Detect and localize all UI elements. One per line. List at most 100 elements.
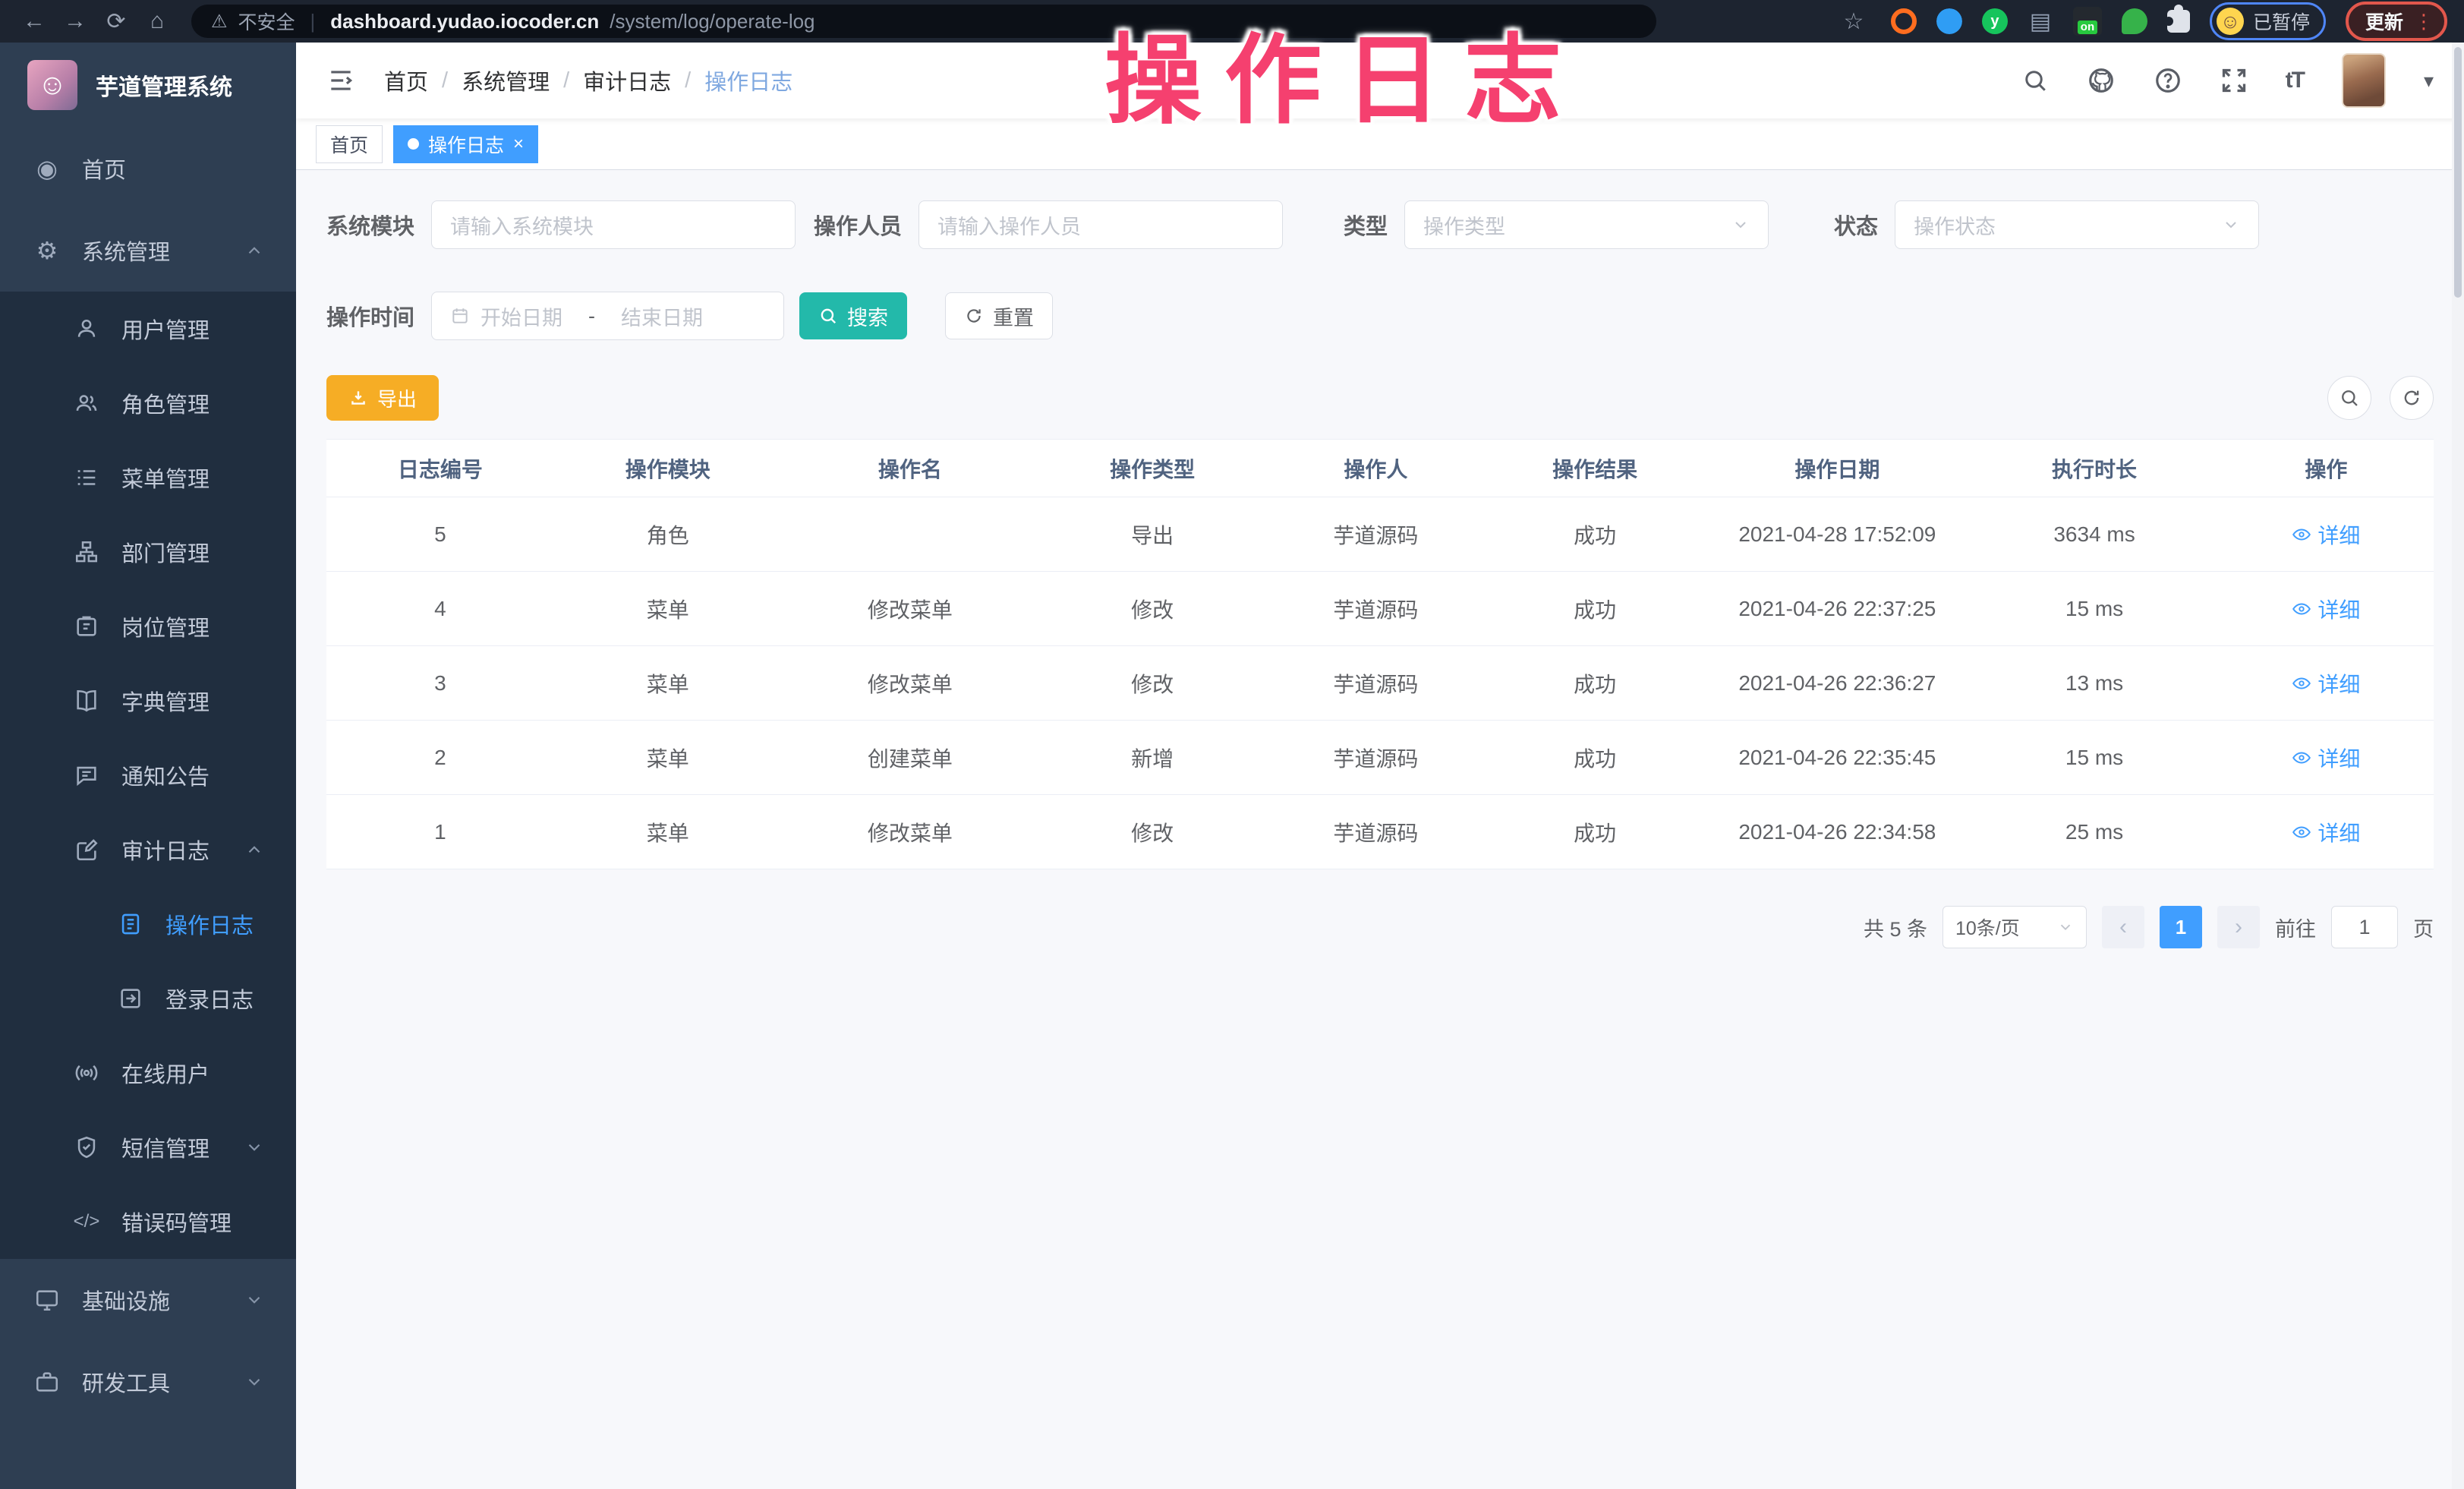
status-label: 状态 — [1834, 209, 1878, 241]
url-path: /system/log/operate-log — [610, 10, 815, 33]
module-input[interactable]: 请输入系统模块 — [431, 200, 796, 249]
url-domain: dashboard.yudao.iocoder.cn — [330, 10, 599, 33]
prev-page-button[interactable]: ‹ — [2102, 906, 2144, 948]
show-search-button[interactable] — [2327, 376, 2371, 420]
col-name: 操作名 — [782, 440, 1039, 497]
page-scrollbar[interactable] — [2452, 43, 2464, 1489]
font-size-icon[interactable]: tT — [2286, 68, 2304, 93]
browser-menu-dots-icon[interactable]: ⋮ — [2414, 10, 2434, 33]
menu-list-icon — [70, 465, 103, 491]
detail-link[interactable]: 详细 — [2292, 743, 2360, 773]
sidebar-item-login-log[interactable]: 登录日志 — [0, 961, 296, 1036]
app-logo-row[interactable]: ☺ 芋道管理系统 — [0, 43, 296, 128]
sidebar-item-system-management[interactable]: ⚙ 系统管理 — [0, 210, 296, 292]
dashboard-icon: ◉ — [30, 156, 64, 181]
detail-link[interactable]: 详细 — [2292, 519, 2360, 550]
detail-link[interactable]: 详细 — [2292, 668, 2360, 699]
export-button[interactable]: 导出 — [326, 375, 439, 421]
browser-update-button[interactable]: 更新 ⋮ — [2346, 2, 2447, 41]
reset-button[interactable]: 重置 — [945, 292, 1053, 339]
error-code-icon: </> — [70, 1211, 103, 1232]
chevron-down-icon — [2222, 216, 2240, 234]
paused-extension-badge[interactable]: ☺ 已暂停 — [2210, 2, 2326, 40]
sidebar-item-audit-log[interactable]: 审计日志 — [0, 812, 296, 887]
sidebar-item-operate-log[interactable]: 操作日志 — [0, 887, 296, 961]
type-select[interactable]: 操作类型 — [1404, 200, 1769, 249]
filter-row-1: 系统模块 请输入系统模块 操作人员 请输入操作人员 类型 操作类型 状态 操作状… — [326, 200, 2434, 249]
goto-label: 前往 — [2275, 913, 2316, 942]
sidebar-item-post-management[interactable]: 岗位管理 — [0, 589, 296, 664]
table-header-row: 日志编号 操作模块 操作名 操作类型 操作人 操作结果 操作日期 执行时长 操作 — [326, 440, 2434, 497]
sidebar-item-online-users[interactable]: 在线用户 — [0, 1036, 296, 1110]
bookmark-star-icon[interactable]: ☆ — [1836, 4, 1871, 39]
breadcrumb-system[interactable]: 系统管理 — [462, 65, 550, 96]
operate-log-table: 日志编号 操作模块 操作名 操作类型 操作人 操作结果 操作日期 执行时长 操作… — [326, 439, 2434, 869]
extension-orange-icon[interactable] — [1891, 8, 1917, 34]
user-avatar[interactable] — [2342, 53, 2386, 108]
detail-link[interactable]: 详细 — [2292, 594, 2360, 624]
status-select[interactable]: 操作状态 — [1895, 200, 2259, 249]
table-row: 2 菜单 创建菜单 新增 芋道源码 成功 2021-04-26 22:35:45… — [326, 721, 2434, 795]
col-module: 操作模块 — [554, 440, 782, 497]
extension-green-icon[interactable]: y — [1982, 8, 2008, 34]
role-users-icon — [70, 390, 103, 416]
breadcrumb-audit-log[interactable]: 审计日志 — [583, 65, 671, 96]
scrollbar-thumb[interactable] — [2454, 47, 2462, 298]
chevron-up-icon — [244, 840, 264, 860]
fullscreen-icon[interactable] — [2220, 67, 2248, 94]
security-warning-icon: ⚠ — [211, 11, 228, 33]
sidebar-item-dict-management[interactable]: 字典管理 — [0, 664, 296, 738]
infrastructure-icon — [30, 1287, 64, 1313]
sidebar-item-sms-management[interactable]: 短信管理 — [0, 1110, 296, 1185]
github-icon[interactable] — [2087, 66, 2116, 95]
operator-input[interactable]: 请输入操作人员 — [918, 200, 1283, 249]
page-size-select[interactable]: 10条/页 — [1943, 906, 2087, 948]
tab-home[interactable]: 首页 — [316, 125, 383, 163]
audit-pencil-icon — [70, 837, 103, 863]
next-page-button[interactable]: › — [2217, 906, 2260, 948]
date-range-input[interactable]: 开始日期 - 结束日期 — [431, 292, 784, 340]
table-row: 1 菜单 修改菜单 修改 芋道源码 成功 2021-04-26 22:34:58… — [326, 795, 2434, 869]
avatar-caret-down-icon[interactable]: ▾ — [2424, 69, 2434, 93]
start-date-placeholder: 开始日期 — [481, 301, 562, 331]
browser-reload-icon[interactable]: ⟳ — [99, 4, 134, 39]
extension-blue-drop-icon[interactable] — [1936, 8, 1962, 34]
col-type: 操作类型 — [1038, 440, 1266, 497]
sidebar-item-error-code[interactable]: </> 错误码管理 — [0, 1185, 296, 1259]
extension-stack-icon[interactable]: ▤ — [2028, 8, 2053, 34]
detail-link[interactable]: 详细 — [2292, 817, 2360, 847]
goto-page-input[interactable]: 1 — [2331, 906, 2398, 948]
operate-log-icon — [114, 911, 147, 937]
login-log-icon — [114, 986, 147, 1011]
refresh-button[interactable] — [2390, 376, 2434, 420]
calendar-icon — [450, 306, 470, 326]
search-button[interactable]: 搜索 — [799, 292, 907, 339]
active-tab-dot — [408, 138, 419, 150]
extensions-puzzle-icon[interactable] — [2167, 10, 2190, 33]
extension-switch-icon[interactable]: on — [2073, 7, 2102, 36]
sidebar-item-notice[interactable]: 通知公告 — [0, 738, 296, 812]
extension-leaf-icon[interactable] — [2122, 8, 2147, 34]
browser-forward-icon[interactable]: → — [58, 4, 93, 39]
browser-home-icon[interactable]: ⌂ — [140, 4, 175, 39]
sidebar-item-menu-management[interactable]: 菜单管理 — [0, 440, 296, 515]
total-count: 共 5 条 — [1864, 913, 1927, 942]
sidebar-item-dev-tools[interactable]: 研发工具 — [0, 1341, 296, 1423]
browser-back-icon[interactable]: ← — [17, 4, 52, 39]
sidebar-item-dept-management[interactable]: 部门管理 — [0, 515, 296, 589]
page-number-1[interactable]: 1 — [2160, 906, 2202, 948]
sidebar-item-role-management[interactable]: 角色管理 — [0, 366, 296, 440]
breadcrumb: 首页 / 系统管理 / 审计日志 / 操作日志 — [384, 65, 792, 96]
time-label: 操作时间 — [326, 300, 414, 332]
sidebar-item-home[interactable]: ◉ 首页 — [0, 128, 296, 210]
search-icon[interactable] — [2021, 67, 2049, 94]
sidebar-collapse-icon[interactable] — [326, 66, 355, 95]
tab-operate-log[interactable]: 操作日志 × — [393, 125, 538, 163]
sidebar-item-infrastructure[interactable]: 基础设施 — [0, 1259, 296, 1341]
sidebar-item-user-management[interactable]: 用户管理 — [0, 292, 296, 366]
breadcrumb-home[interactable]: 首页 — [384, 65, 428, 96]
help-icon[interactable] — [2154, 66, 2182, 95]
chevron-down-icon — [2057, 919, 2074, 935]
main-area: 首页 / 系统管理 / 审计日志 / 操作日志 tT ▾ 首页 — [296, 43, 2464, 1489]
tab-close-icon[interactable]: × — [513, 134, 524, 155]
